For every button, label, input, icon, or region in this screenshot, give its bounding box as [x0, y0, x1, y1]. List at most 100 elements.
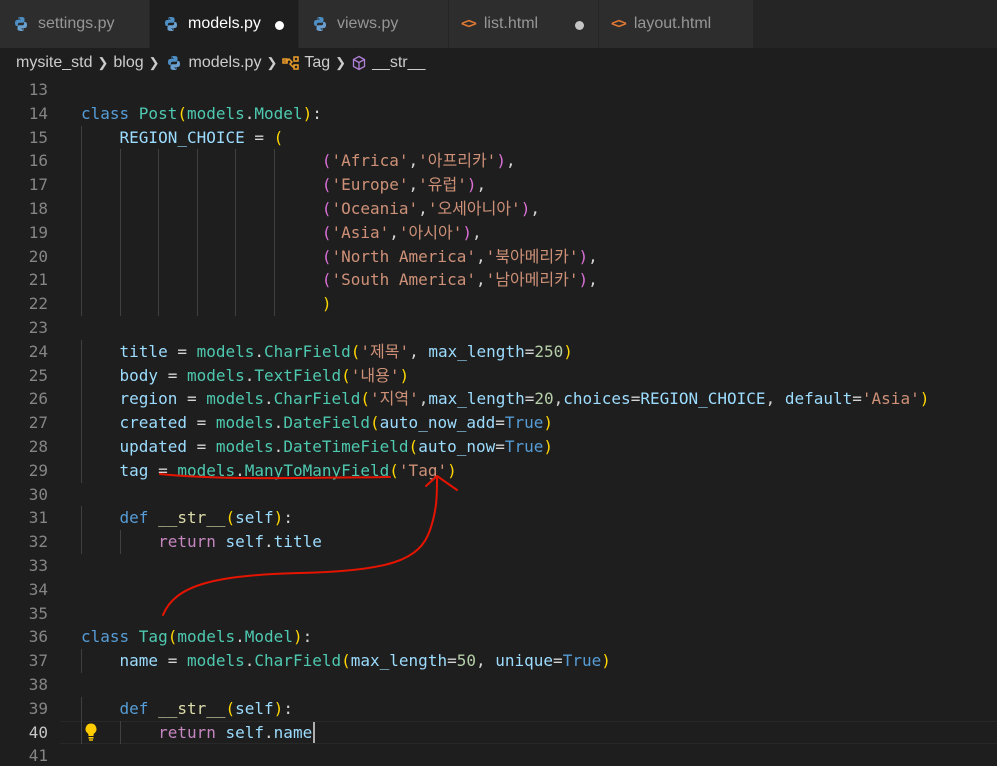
code-line[interactable]: 32 return self.title: [0, 530, 997, 554]
code-line[interactable]: 40 return self.name: [0, 720, 997, 745]
code-line[interactable]: 21 ('South America','남아메리카'),: [0, 268, 997, 293]
code-line[interactable]: 13: [0, 78, 997, 102]
unsaved-dot-icon[interactable]: [275, 21, 284, 30]
line-number: 16: [28, 151, 48, 171]
code-token: :: [312, 103, 322, 123]
tab-views-py[interactable]: views.py: [299, 0, 449, 48]
code-token: models: [177, 460, 236, 480]
code-token: self: [225, 532, 265, 552]
code-token: ,: [530, 199, 540, 218]
code-line[interactable]: 14 class Post(models.Model):: [0, 102, 997, 126]
line-number: 26: [28, 389, 48, 409]
code-content: ('Asia','아시아'),: [81, 221, 482, 245]
code-line[interactable]: 34: [0, 578, 997, 602]
chevron-right-icon: ❯: [97, 55, 109, 70]
code-token: ): [601, 651, 611, 671]
code-line[interactable]: 37 name = models.CharField(max_length=50…: [0, 649, 997, 673]
code-editor[interactable]: 13 14 class Post(models.Model): 15 REGION_C…: [0, 78, 997, 766]
code-content: class Post(models.Model):: [81, 102, 322, 126]
code-token: ): [496, 151, 506, 171]
code-line[interactable]: 35: [0, 602, 997, 626]
tab-layout-html[interactable]: <> layout.html: [599, 0, 754, 48]
code-token: name: [119, 651, 159, 671]
code-token: ,: [408, 151, 419, 171]
code-line[interactable]: 23: [0, 316, 997, 340]
code-line[interactable]: 17 ('Europe','유럽'),: [0, 173, 997, 197]
code-line[interactable]: 36 class Tag(models.Model):: [0, 625, 997, 649]
class-symbol-icon: [282, 55, 300, 71]
code-token: models: [186, 651, 245, 671]
line-number: 30: [28, 484, 48, 504]
breadcrumb-symbol-label: Tag: [304, 54, 331, 71]
code-line[interactable]: 18 ('Oceania','오세아니아'),: [0, 197, 997, 221]
code-token: =: [524, 389, 535, 409]
code-line[interactable]: 19 ('Asia','아시아'),: [0, 220, 997, 245]
code-line[interactable]: 30: [0, 483, 997, 507]
code-line[interactable]: 26 region = models.CharField('지역',max_le…: [0, 387, 997, 412]
code-content: return self.title: [81, 530, 322, 554]
code-token: choices: [563, 389, 631, 409]
code-token: True: [562, 651, 602, 671]
code-line[interactable]: 29 tag = models.ManyToManyField('Tag'): [0, 458, 997, 483]
tab-list-html[interactable]: <> list.html: [449, 0, 599, 48]
code-token: (: [341, 651, 351, 671]
code-line[interactable]: 25 body = models.TextField('내용'): [0, 363, 997, 388]
code-line[interactable]: 41: [0, 744, 997, 766]
tab-models-py[interactable]: models.py: [150, 0, 299, 48]
code-line[interactable]: 20 ('North America','북아메리카'),: [0, 244, 997, 269]
code-token: def: [119, 698, 159, 718]
code-line[interactable]: 39 def __str__(self):: [0, 696, 997, 721]
code-token: Post: [138, 103, 178, 123]
code-token: ,: [408, 175, 419, 195]
code-content: ): [81, 292, 332, 316]
code-line[interactable]: 15 REGION_CHOICE = (: [0, 125, 997, 150]
unsaved-dot-icon[interactable]: [575, 21, 584, 30]
code-line[interactable]: 16 ('Africa','아프리카'),: [0, 149, 997, 174]
breadcrumb-symbol-tag[interactable]: Tag: [282, 54, 330, 72]
code-token: :: [283, 508, 293, 528]
code-line[interactable]: 33: [0, 554, 997, 578]
code-line[interactable]: 38: [0, 673, 997, 697]
code-token: ): [919, 389, 930, 409]
code-token: '남아메리카': [485, 270, 579, 290]
breadcrumb-symbol-str[interactable]: __str__: [351, 54, 425, 72]
code-line[interactable]: 28 updated = models.DateTimeField(auto_n…: [0, 435, 997, 459]
code-token: Tag: [138, 627, 168, 647]
line-number: 14: [28, 103, 48, 123]
code-content: updated = models.DateTimeField(auto_now=…: [81, 435, 554, 459]
code-token: =: [158, 365, 187, 385]
code-token: (: [350, 341, 361, 361]
code-token: max_length: [428, 341, 525, 361]
code-line[interactable]: 24 title = models.CharField('제목', max_le…: [0, 339, 997, 364]
tab-settings-py[interactable]: settings.py: [0, 0, 150, 48]
chevron-right-icon: ❯: [335, 55, 347, 70]
code-content: body = models.TextField('내용'): [81, 364, 410, 388]
code-token: self: [235, 698, 274, 718]
code-token: created: [119, 413, 187, 433]
code-token: __str__: [158, 698, 226, 718]
code-token: .: [244, 651, 255, 671]
breadcrumb-folder-mysite-std[interactable]: mysite_std: [16, 54, 92, 72]
code-line[interactable]: 31 def __str__(self):: [0, 506, 997, 531]
code-token: '유럽': [418, 175, 467, 195]
line-number: 31: [28, 508, 48, 528]
code-token: max_length: [350, 651, 448, 671]
code-token: ,: [588, 246, 598, 266]
line-number: 28: [28, 437, 48, 456]
code-line[interactable]: 22 ): [0, 292, 997, 316]
code-token: (: [408, 437, 419, 456]
code-token: '아시아': [398, 222, 463, 242]
line-number: 27: [28, 413, 48, 433]
code-token: 'Asia': [861, 389, 920, 409]
code-line[interactable]: 27 created = models.DateField(auto_now_a…: [0, 411, 997, 435]
breadcrumb-folder-blog[interactable]: blog: [113, 54, 143, 72]
code-token: REGION_CHOICE: [640, 389, 766, 409]
breadcrumb-file-models[interactable]: models.py: [165, 54, 261, 72]
line-number: 39: [28, 698, 48, 718]
